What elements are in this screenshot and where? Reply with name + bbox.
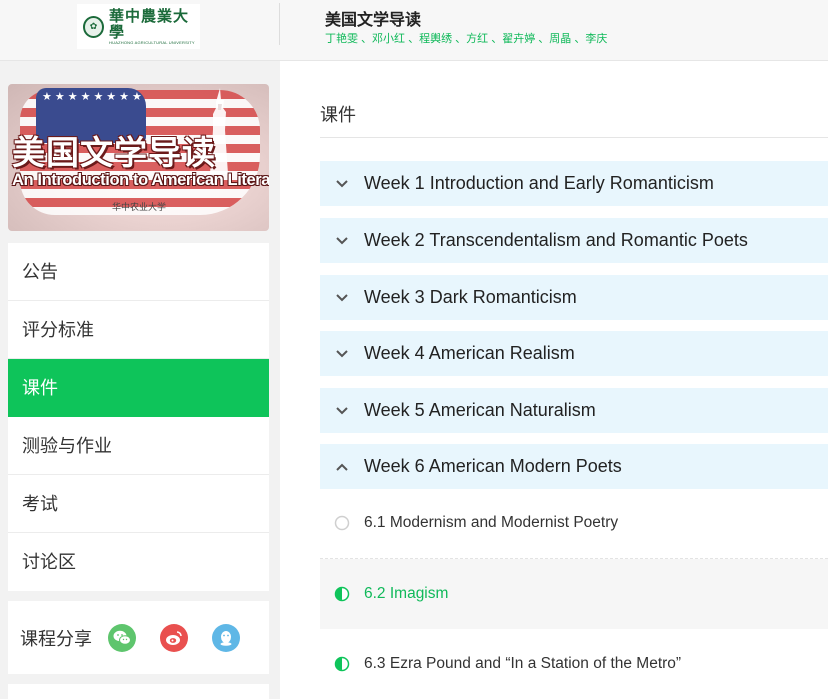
- half-progress-icon: [320, 586, 364, 602]
- chevron-down-icon: [320, 179, 364, 188]
- not-started-circle-icon: [320, 515, 364, 531]
- wechat-share-icon[interactable]: [108, 623, 136, 652]
- university-logo[interactable]: ✿ 華中農業大學 HUAZHONG AGRICULTURAL UNIVERSIT…: [77, 4, 200, 49]
- lesson-6-3[interactable]: 6.3 Ezra Pound and “In a Station of the …: [320, 629, 828, 699]
- lesson-6-2[interactable]: 6.2 Imagism: [320, 559, 828, 629]
- chevron-down-icon: [320, 293, 364, 302]
- banner-title-en: An Introduction to American Literature: [12, 171, 269, 189]
- nav-item-grading[interactable]: 评分标准: [8, 301, 269, 359]
- week-label: Week 3 Dark Romanticism: [364, 287, 577, 307]
- lesson-label: 6.1 Modernism and Modernist Poetry: [364, 514, 619, 531]
- weibo-share-icon[interactable]: [160, 623, 188, 652]
- lesson-label: 6.2 Imagism: [364, 585, 449, 602]
- week-5-row[interactable]: Week 5 American Naturalism: [320, 388, 828, 433]
- week-label: Week 4 American Realism: [364, 343, 575, 363]
- chevron-down-icon: [320, 236, 364, 245]
- chevron-up-icon: [320, 463, 364, 471]
- lesson-6-1[interactable]: 6.1 Modernism and Modernist Poetry: [320, 488, 828, 558]
- nav-item-discussion[interactable]: 讨论区: [8, 533, 269, 591]
- share-label: 课程分享: [20, 628, 92, 649]
- header-divider: [279, 3, 280, 45]
- nav-item-courseware[interactable]: 课件: [8, 359, 269, 417]
- top-header: ✿ 華中農業大學 HUAZHONG AGRICULTURAL UNIVERSIT…: [0, 0, 828, 61]
- banner-title-cn: 美国文学导读: [12, 134, 216, 171]
- banner-subtitle: 华中农业大学: [112, 202, 167, 212]
- logo-en-text: HUAZHONG AGRICULTURAL UNIVERSITY: [109, 39, 195, 45]
- logo-cn-text: 華中農業大學: [109, 6, 190, 41]
- nav-item-announcements[interactable]: 公告: [8, 243, 269, 301]
- nav-item-exam[interactable]: 考试: [8, 475, 269, 533]
- chevron-down-icon: [320, 406, 364, 415]
- course-banner: ★★★★★★★★★★★★★★★★★★★★★★★★★★★★★★★★★★★★★★★★…: [8, 84, 269, 231]
- week-label: Week 6 American Modern Poets: [364, 456, 622, 476]
- section-title: 课件: [320, 105, 356, 125]
- week-6-row[interactable]: Week 6 American Modern Poets: [320, 444, 828, 489]
- week-label: Week 5 American Naturalism: [364, 400, 596, 420]
- course-teachers[interactable]: 丁艳雯 、邓小红 、程輿绣 、方红 、翟卉婷 、周晶 、李庆: [325, 30, 607, 46]
- qq-share-icon[interactable]: [212, 623, 240, 652]
- course-share-panel: 课程分享: [8, 601, 269, 674]
- week-2-row[interactable]: Week 2 Transcendentalism and Romantic Po…: [320, 218, 828, 263]
- sidebar: ★★★★★★★★★★★★★★★★★★★★★★★★★★★★★★★★★★★★★★★★…: [8, 84, 269, 699]
- course-title: 美国文学导读: [325, 12, 422, 29]
- section-divider: [320, 137, 828, 138]
- week-3-row[interactable]: Week 3 Dark Romanticism: [320, 275, 828, 320]
- course-nav: 公告 评分标准 课件 测验与作业 考试 讨论区: [8, 243, 269, 591]
- half-progress-icon: [320, 656, 364, 672]
- week-label: Week 1 Introduction and Early Romanticis…: [364, 173, 714, 193]
- chevron-down-icon: [320, 349, 364, 358]
- week-label: Week 2 Transcendentalism and Romantic Po…: [364, 230, 748, 250]
- lesson-label: 6.3 Ezra Pound and “In a Station of the …: [364, 655, 682, 672]
- week-4-row[interactable]: Week 4 American Realism: [320, 331, 828, 376]
- courseware-main: 课件 Week 1 Introduction and Early Romanti…: [280, 61, 828, 699]
- nav-item-quizzes[interactable]: 测验与作业: [8, 417, 269, 475]
- sidebar-extra-panel: [8, 684, 269, 699]
- week-1-row[interactable]: Week 1 Introduction and Early Romanticis…: [320, 161, 828, 206]
- university-emblem-icon: ✿: [83, 15, 105, 38]
